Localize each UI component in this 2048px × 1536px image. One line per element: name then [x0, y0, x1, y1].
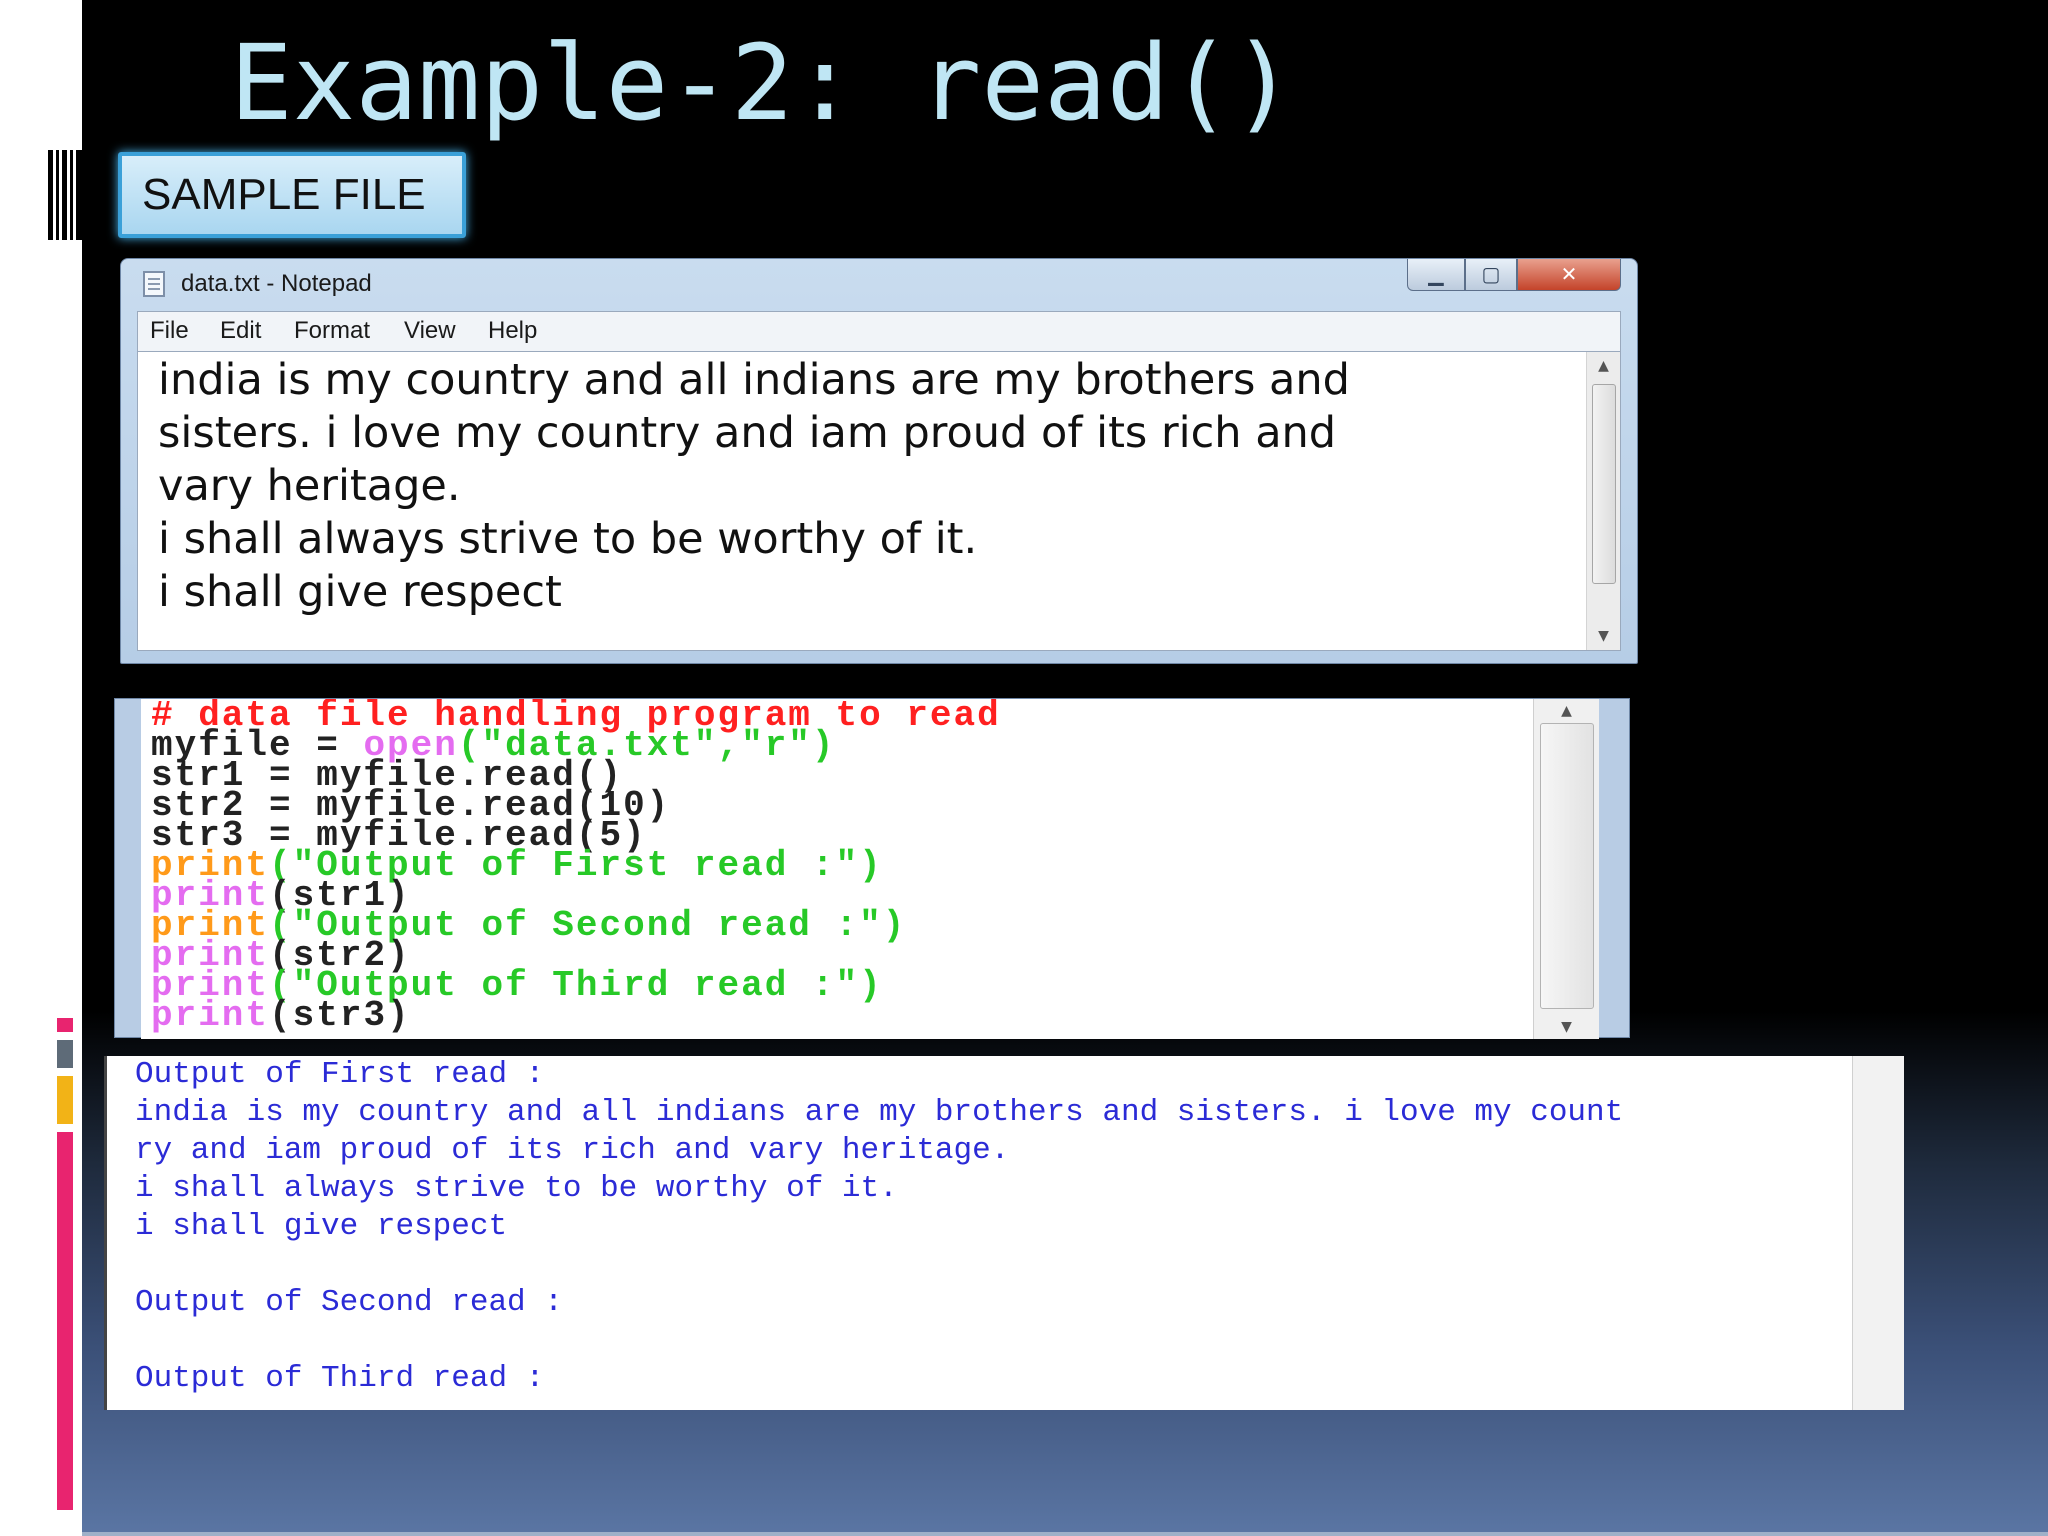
scroll-down-icon[interactable]: ▼	[1587, 626, 1620, 646]
output-line: Output of First read :	[135, 1057, 545, 1092]
accent-pink-bottom	[57, 1132, 73, 1510]
scroll-up-icon[interactable]: ▲	[1534, 701, 1599, 721]
accent-gold	[57, 1076, 73, 1124]
decorative-bars	[48, 150, 82, 240]
scroll-down-icon[interactable]: ▼	[1534, 1017, 1599, 1037]
output-line: i shall always strive to be worthy of it…	[135, 1171, 898, 1206]
slide-bottom-edge	[82, 1532, 2048, 1536]
code-line-print: print(str3)	[151, 998, 411, 1034]
code-scroll-thumb[interactable]	[1540, 723, 1594, 1009]
notepad-document-icon	[143, 271, 165, 297]
output-line: india is my country and all indians are …	[135, 1095, 1624, 1130]
menu-edit[interactable]: Edit	[220, 316, 261, 346]
output-shell-window[interactable]: Output of First read : india is my count…	[104, 1056, 1904, 1410]
menu-file[interactable]: File	[150, 316, 189, 346]
code-print-keyword: print	[151, 995, 270, 1036]
code-editor-window: # data file handling program to read myf…	[114, 698, 1630, 1039]
window-controls: ▁ ▢ ✕	[1407, 259, 1623, 293]
notepad-line: vary heritage.	[158, 461, 461, 511]
notepad-title: data.txt - Notepad	[181, 270, 372, 297]
notepad-scroll-thumb[interactable]	[1592, 384, 1616, 584]
output-scrollbar[interactable]	[1852, 1056, 1904, 1410]
output-line: Output of Second read :	[135, 1285, 563, 1320]
accent-gray	[57, 1040, 73, 1068]
notepad-line: india is my country and all indians are …	[158, 355, 1350, 405]
notepad-scrollbar[interactable]: ▲ ▼	[1586, 352, 1620, 650]
maximize-icon: ▢	[1481, 262, 1501, 286]
code-text: (str3)	[269, 995, 411, 1036]
notepad-line: i shall always strive to be worthy of it…	[158, 514, 978, 564]
accent-pink-top	[57, 1018, 73, 1032]
notepad-window: data.txt - Notepad ▁ ▢ ✕ File Edit Forma…	[120, 258, 1638, 664]
menu-view[interactable]: View	[404, 316, 456, 346]
sample-file-label: SAMPLE FILE	[118, 152, 466, 238]
menu-help[interactable]: Help	[488, 316, 537, 346]
scroll-up-icon[interactable]: ▲	[1587, 356, 1620, 376]
output-line: i shall give respect	[135, 1209, 508, 1244]
minimize-button[interactable]: ▁	[1407, 259, 1465, 291]
slide-title: Example-2: read()	[230, 22, 1295, 144]
minimize-icon: ▁	[1428, 262, 1444, 286]
notepad-line: i shall give respect	[158, 567, 562, 617]
notepad-menubar: File Edit Format View Help	[137, 311, 1621, 351]
notepad-titlebar[interactable]: data.txt - Notepad ▁ ▢ ✕	[121, 259, 1637, 309]
notepad-text-area[interactable]: india is my country and all indians are …	[137, 351, 1621, 651]
notepad-line: sisters. i love my country and iam proud…	[158, 408, 1337, 458]
code-editor-area[interactable]: # data file handling program to read myf…	[141, 699, 1595, 1039]
output-line: Output of Third read :	[135, 1361, 545, 1396]
menu-format[interactable]: Format	[294, 316, 370, 346]
code-scrollbar[interactable]: ▲ ▼	[1533, 699, 1599, 1039]
maximize-button[interactable]: ▢	[1465, 259, 1517, 291]
close-button[interactable]: ✕	[1517, 259, 1621, 291]
close-icon: ✕	[1560, 262, 1578, 286]
output-line: ry and iam proud of its rich and vary he…	[135, 1133, 1010, 1168]
